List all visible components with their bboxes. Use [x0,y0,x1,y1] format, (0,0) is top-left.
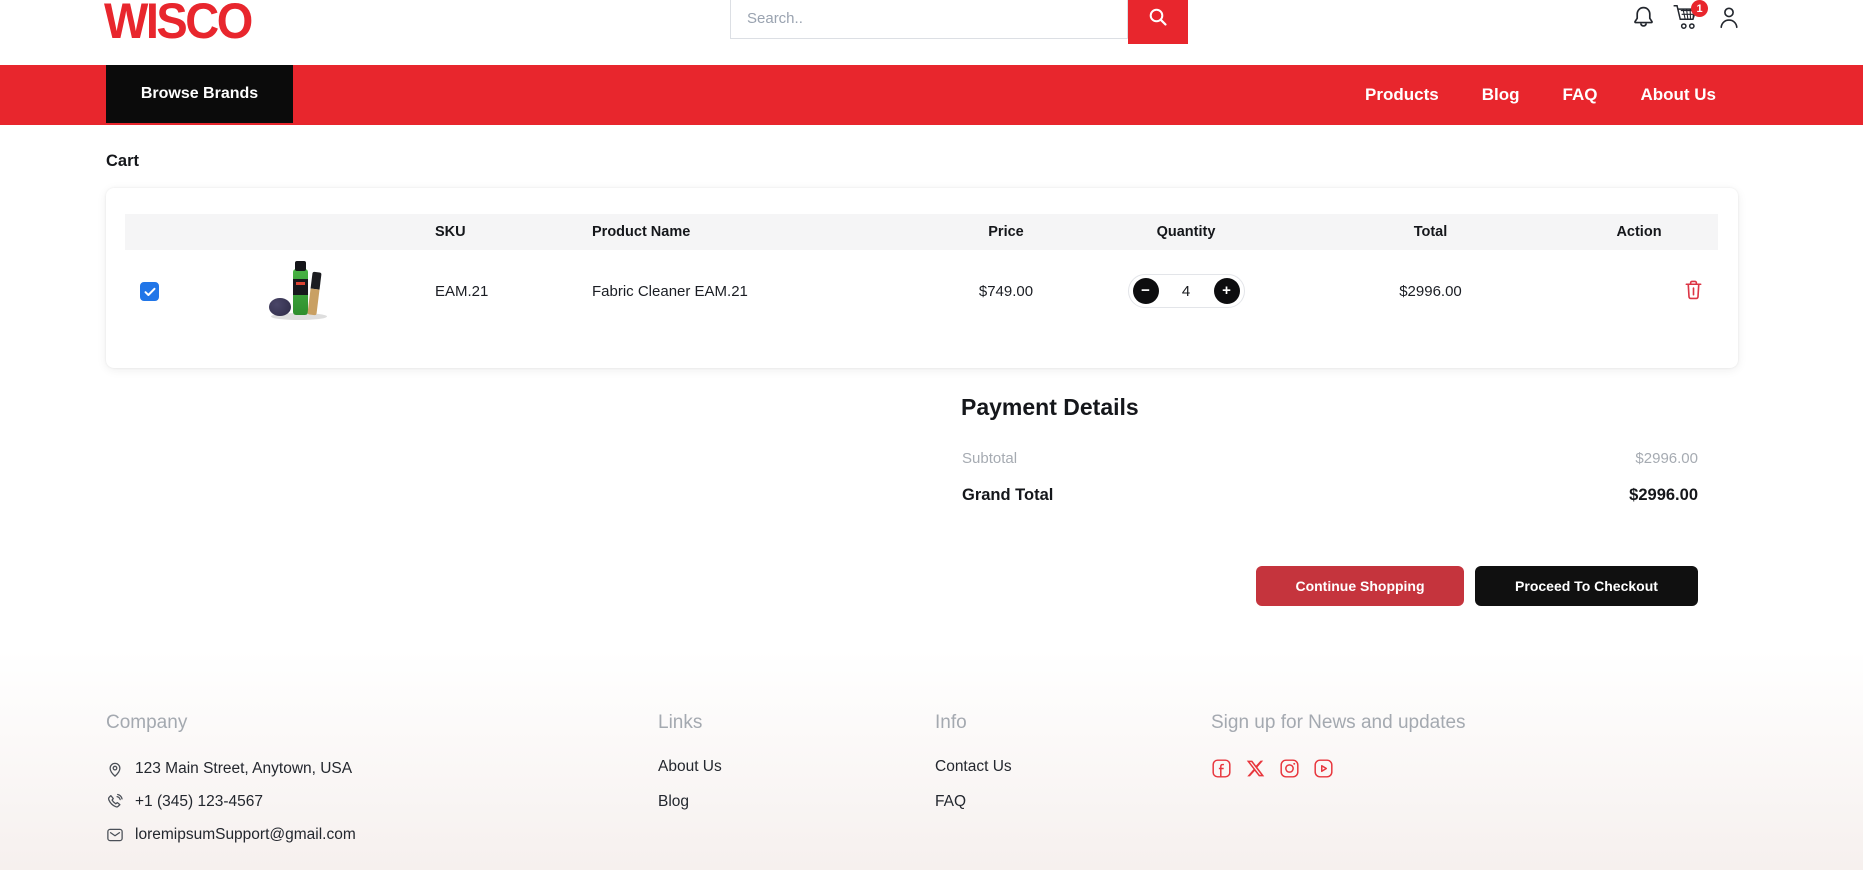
search-input[interactable] [730,0,1128,39]
col-sku: SKU [435,224,592,240]
footer: Company 123 Main Street, Anytown, USA +1… [0,650,1863,870]
quantity-decrease-button[interactable]: − [1133,278,1159,304]
search-button[interactable] [1128,0,1188,44]
footer-company-column: Company 123 Main Street, Anytown, USA +1… [106,712,356,857]
trash-icon [1683,278,1704,301]
subtotal-label: Subtotal [962,450,1017,467]
nav-links: Products Blog FAQ About Us [1365,65,1716,125]
footer-newsletter-column: Sign up for News and updates [1211,712,1466,779]
footer-newsletter-heading: Sign up for News and updates [1211,712,1466,734]
product-image [269,261,331,321]
item-price: $749.00 [941,283,1071,300]
item-sku: EAM.21 [435,283,592,300]
footer-info-heading: Info [935,712,1012,734]
youtube-icon[interactable] [1313,758,1334,779]
cart-table-row: EAM.21 Fabric Cleaner EAM.21 $749.00 − 4… [125,250,1718,332]
phone-icon [106,793,124,811]
top-header: WISCO 1 [0,0,1863,65]
page-title: Cart [106,152,139,171]
main-navbar: Browse Brands Products Blog FAQ About Us [0,65,1863,125]
subtotal-value: $2996.00 [1635,450,1698,467]
footer-link-blog[interactable]: Blog [658,793,722,811]
nav-link-about-us[interactable]: About Us [1640,85,1716,105]
footer-link-faq[interactable]: FAQ [935,793,1012,811]
col-action: Action [1560,224,1718,240]
facebook-icon[interactable] [1211,758,1232,779]
quantity-value: 4 [1182,283,1190,300]
grand-total-row: Grand Total $2996.00 [962,486,1698,505]
instagram-icon[interactable] [1279,758,1300,779]
footer-links-heading: Links [658,712,722,734]
location-pin-icon [106,760,124,778]
nav-link-products[interactable]: Products [1365,85,1439,105]
col-quantity: Quantity [1071,224,1301,240]
page: WISCO 1 [0,0,1863,870]
envelope-icon [106,826,124,844]
subtotal-row: Subtotal $2996.00 [962,450,1698,467]
brand-logo[interactable]: WISCO [104,0,251,50]
footer-address[interactable]: 123 Main Street, Anytown, USA [106,758,356,780]
item-checkbox[interactable] [140,282,159,301]
footer-info-column: Info Contact Us FAQ [935,712,1012,828]
notification-bell-icon[interactable] [1630,4,1657,36]
footer-links-column: Links About Us Blog [658,712,722,828]
cart-card: SKU Product Name Price Quantity Total Ac… [106,188,1738,368]
grand-total-value: $2996.00 [1629,486,1698,505]
payment-details-title: Payment Details [961,394,1139,421]
quantity-stepper: − 4 + [1128,274,1245,308]
footer-link-contact-us[interactable]: Contact Us [935,758,1012,776]
footer-link-about-us[interactable]: About Us [658,758,722,776]
item-name: Fabric Cleaner EAM.21 [592,283,941,300]
col-product-name: Product Name [592,224,941,240]
cart-table-header: SKU Product Name Price Quantity Total Ac… [125,214,1718,250]
continue-shopping-button[interactable]: Continue Shopping [1256,566,1464,606]
user-icon[interactable] [1716,4,1742,36]
delete-item-button[interactable] [1683,278,1704,304]
col-total: Total [1301,224,1560,240]
nav-link-faq[interactable]: FAQ [1563,85,1598,105]
search-icon [1147,6,1169,28]
footer-phone[interactable]: +1 (345) 123-4567 [106,791,356,813]
footer-email[interactable]: loremipsumSupport@gmail.com [106,824,356,846]
proceed-to-checkout-button[interactable]: Proceed To Checkout [1475,566,1698,606]
browse-brands-button[interactable]: Browse Brands [106,65,293,123]
check-icon [144,287,156,297]
nav-link-blog[interactable]: Blog [1482,85,1520,105]
footer-company-heading: Company [106,712,356,734]
col-price: Price [941,224,1071,240]
grand-total-label: Grand Total [962,486,1053,505]
item-total: $2996.00 [1301,283,1560,300]
cart-count-badge: 1 [1691,0,1708,17]
quantity-increase-button[interactable]: + [1214,278,1240,304]
social-icons [1211,758,1466,779]
x-twitter-icon[interactable] [1245,758,1266,779]
